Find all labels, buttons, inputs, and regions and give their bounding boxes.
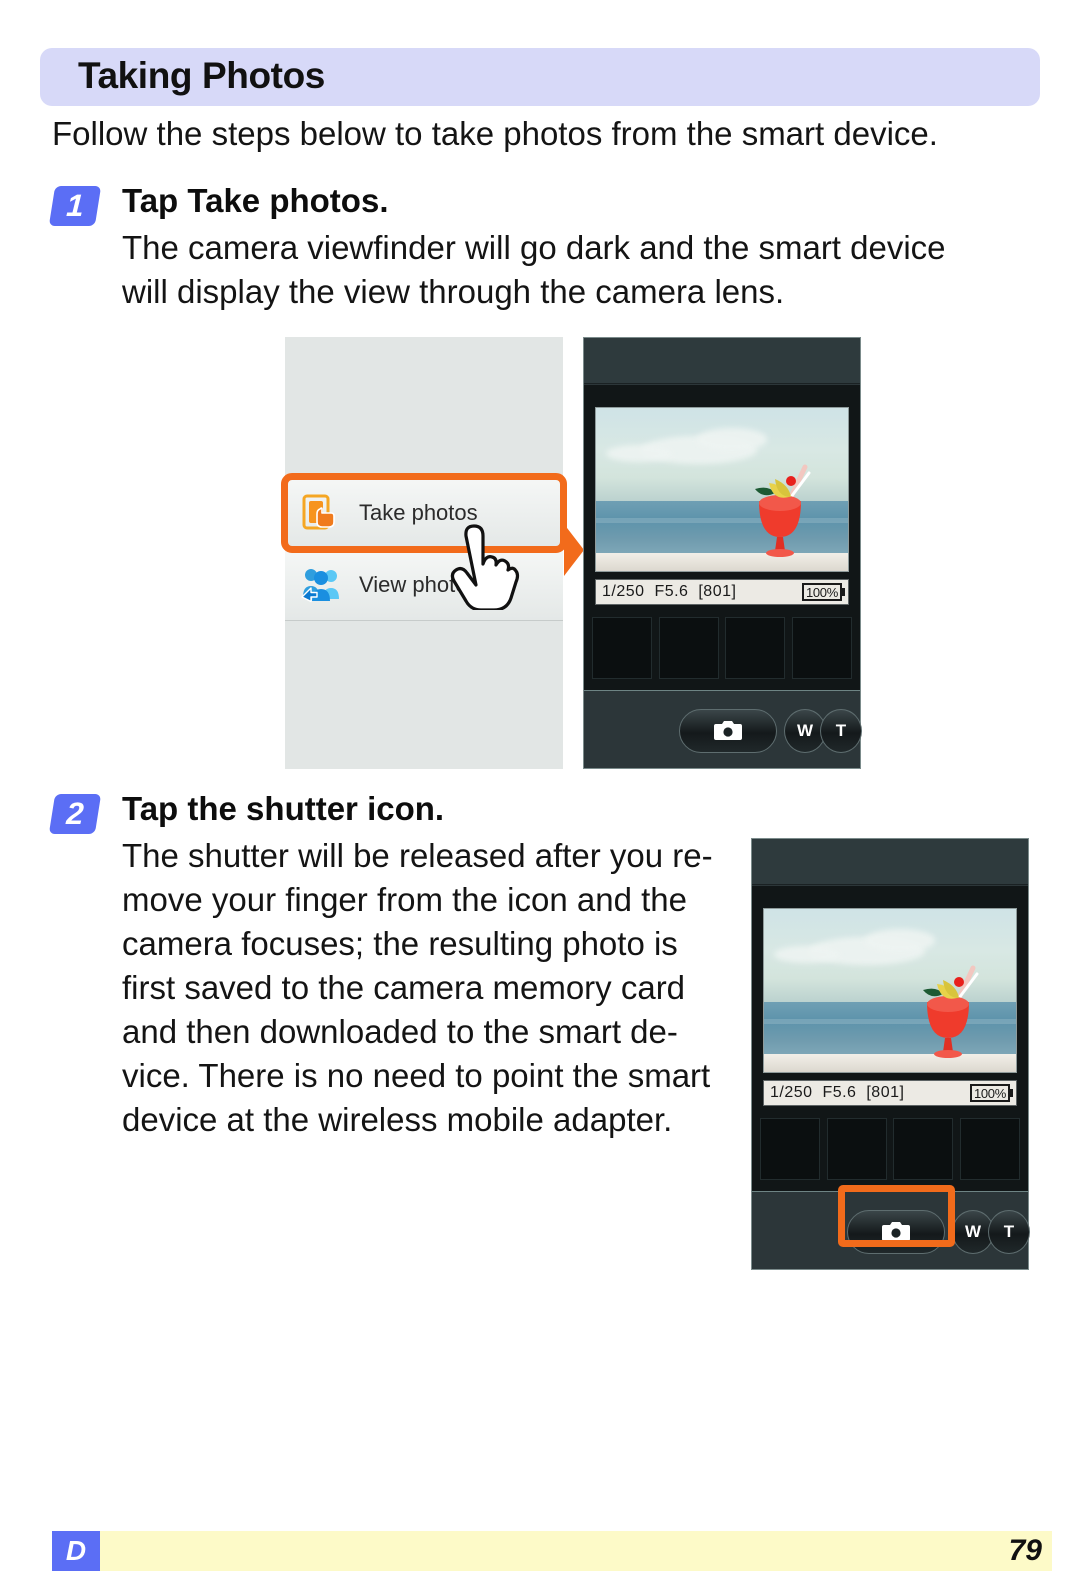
battery-level-label: 100%: [801, 583, 842, 601]
camera-icon: [882, 1222, 910, 1241]
footer-note-badge: D: [52, 1531, 100, 1571]
camera-body: 1/250 F5.6 [801] 100%: [584, 385, 860, 690]
shutter-speed-value: 1/250: [770, 1084, 813, 1101]
camera-control-bar: W T: [584, 690, 862, 768]
live-view-image: [595, 407, 849, 572]
step-1-heading-prefix: Tap: [122, 182, 188, 219]
shutter-speed-value: 1/250: [602, 583, 645, 600]
frames-remaining-value: [801]: [866, 1084, 905, 1101]
smart-device-menu-screenshot: Take photos View photos: [281, 337, 567, 769]
menu-item-take-photos[interactable]: Take photos: [285, 477, 563, 549]
zoom-tele-button[interactable]: T: [820, 709, 862, 753]
step-2-heading: Tap the shutter icon.: [122, 790, 445, 827]
page-title: Taking Photos: [78, 55, 325, 97]
shutter-button[interactable]: [847, 1210, 945, 1254]
live-view-image: [763, 908, 1017, 1073]
thumbnail-slot[interactable]: [959, 1118, 1020, 1180]
battery-indicator: 100%: [801, 582, 845, 602]
aperture-value: F5.6: [654, 583, 689, 600]
flow-arrow-icon: [563, 522, 585, 578]
step-2-body-line: move your finger from the icon and the: [122, 881, 687, 918]
cloud: [864, 929, 936, 952]
step-2-body-line: vice. There is no need to point the smar…: [122, 1057, 711, 1094]
battery-tip-icon: [1010, 1089, 1013, 1097]
step-1-heading-suffix: .: [379, 182, 389, 219]
thumbnail-slot[interactable]: [760, 1118, 820, 1180]
cloud: [696, 428, 768, 451]
exposure-info-bar: 1/250 F5.6 [801] 100%: [763, 1080, 1017, 1106]
thumbnail-strip: [592, 617, 852, 679]
step-2-body: The shutter will be released after you r…: [122, 834, 772, 1142]
step-2-number-badge: 2: [48, 794, 102, 834]
exposure-values: 1/250 F5.6 [801]: [602, 583, 736, 601]
thumbnail-slot[interactable]: [658, 617, 719, 679]
people-share-icon: [285, 565, 359, 605]
step-2-body-line: The shutter will be released after you r…: [122, 837, 713, 874]
thumbnail-slot[interactable]: [791, 617, 852, 679]
menu-item-view-photos-label: View photos: [359, 572, 479, 597]
menu-item-take-photos-label: Take photos: [359, 500, 478, 525]
step-1-number-badge: 1: [48, 186, 102, 226]
step-2-body-line: first saved to the camera memory card: [122, 969, 686, 1006]
step-1-heading-target: Take photos: [187, 182, 380, 219]
battery-indicator: 100%: [969, 1083, 1013, 1103]
zoom-tele-button[interactable]: T: [988, 1210, 1030, 1254]
step-1-body: The camera viewfinder will go dark and t…: [122, 226, 1080, 314]
page-header-band: Taking Photos: [40, 48, 1040, 106]
camera-top-bar: [752, 839, 1028, 885]
aperture-value: F5.6: [822, 1084, 857, 1101]
step-1-number: 1: [65, 188, 85, 223]
thumbnail-slot[interactable]: [725, 617, 786, 679]
step-2-body-line: and then downloaded to the smart de-: [122, 1013, 678, 1050]
thumbnail-strip: [760, 1118, 1020, 1180]
cloud: [774, 946, 840, 963]
camera-viewfinder-screenshot-2: 1/250 F5.6 [801] 100% W T: [751, 838, 1030, 1270]
battery-tip-icon: [842, 588, 845, 596]
step-2-number: 2: [65, 796, 85, 831]
menu-list: Take photos View photos: [285, 477, 563, 621]
camera-viewfinder-screenshot-1: 1/250 F5.6 [801] 100% W T: [583, 337, 862, 769]
cocktail-drink: [922, 965, 979, 1058]
step-1-body-line: The camera viewfinder will go dark and t…: [122, 229, 946, 266]
thumbnail-slot[interactable]: [592, 617, 652, 679]
intro-paragraph: Follow the steps below to take photos fr…: [52, 115, 938, 152]
camera-icon: [714, 721, 742, 740]
menu-item-view-photos[interactable]: View photos: [285, 549, 563, 621]
step-2-body-line: device at the wireless mobile adapter.: [122, 1101, 673, 1138]
camera-control-bar: W T: [752, 1191, 1030, 1269]
shutter-button[interactable]: [679, 709, 777, 753]
step-1-body-line: will display the view through the camera…: [122, 273, 785, 310]
step-2-body-line: camera focuses; the resulting photo is: [122, 925, 678, 962]
tap-device-icon: [285, 493, 359, 533]
camera-body: 1/250 F5.6 [801] 100%: [752, 886, 1028, 1191]
page-footer-band: D 79: [52, 1531, 1052, 1571]
step-1-heading: Tap Take photos.: [122, 182, 388, 220]
page-number: 79: [1008, 1534, 1042, 1567]
cocktail-drink: [754, 464, 811, 557]
camera-top-bar: [584, 338, 860, 384]
exposure-info-bar: 1/250 F5.6 [801] 100%: [595, 579, 849, 605]
thumbnail-slot[interactable]: [826, 1118, 887, 1180]
battery-level-label: 100%: [969, 1084, 1010, 1102]
frames-remaining-value: [801]: [698, 583, 737, 600]
cloud: [606, 445, 672, 462]
thumbnail-slot[interactable]: [893, 1118, 954, 1180]
exposure-values: 1/250 F5.6 [801]: [770, 1084, 904, 1102]
